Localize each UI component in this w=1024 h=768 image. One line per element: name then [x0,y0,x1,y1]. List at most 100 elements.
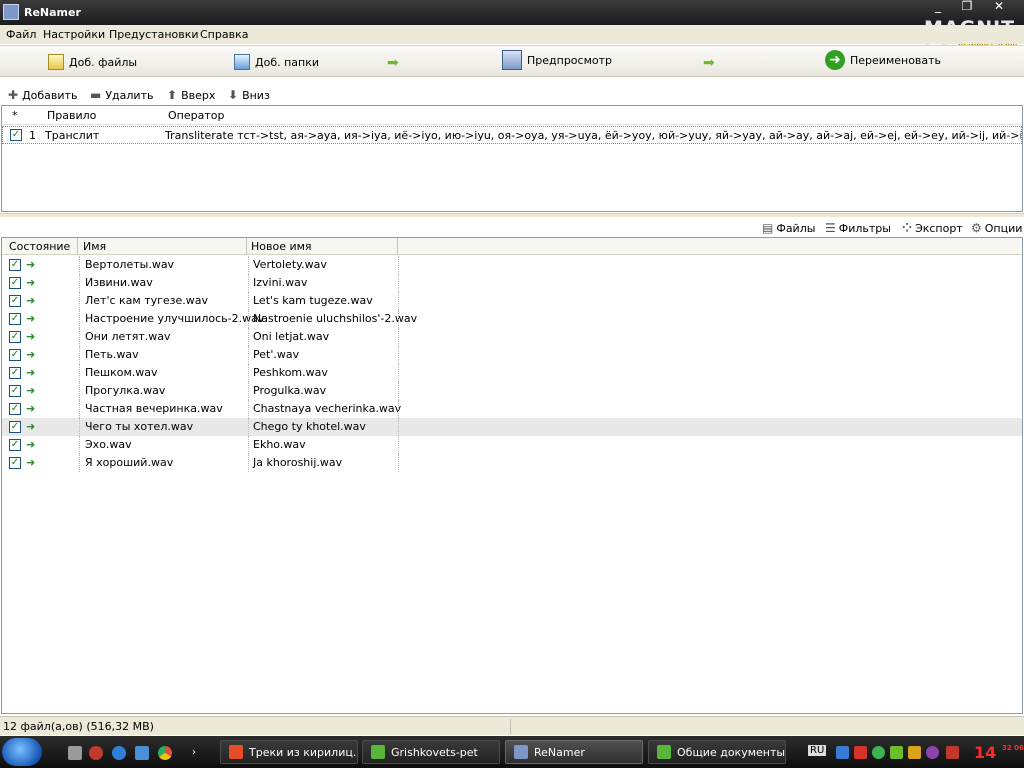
tray-app-icon[interactable] [890,746,903,759]
add-files-button[interactable]: Доб. файлы [48,51,137,73]
file-row[interactable]: ✓ ➜ Прогулка.wav Progulka.wav [2,382,1022,400]
file-checkbox[interactable]: ✓ [9,403,21,415]
files-col-state[interactable]: Состояние [9,240,70,255]
remove-rule-button[interactable]: ▬ Удалить [90,88,153,102]
file-row[interactable]: ✓ ➜ Пешком.wav Peshkom.wav [2,364,1022,382]
arrow-right-icon: ➡ [387,55,399,71]
file-checkbox[interactable]: ✓ [9,331,21,343]
move-down-button[interactable]: ⬇ Вниз [228,88,270,102]
file-row[interactable]: ✓ ➜ Эхо.wav Ekho.wav [2,436,1022,454]
rename-arrow-icon: ➜ [825,50,845,70]
rules-header: * Правило Оператор [2,106,1022,125]
rules-list[interactable]: * Правило Оператор ✓ 1 Транслит Translit… [1,105,1023,212]
files-col-name[interactable]: Имя [83,240,106,255]
status-bar: 12 файл(а,ов) (516,32 MB) [0,716,1024,735]
gear-icon: ⚙ [971,221,982,235]
file-new-name: Peshkom.wav [253,366,328,379]
status-arrow-icon: ➜ [26,312,36,325]
files-list[interactable]: Состояние Имя Новое имя ✓ ➜ Вертолеты.wav V… [1,237,1023,714]
task-icon [657,745,671,759]
menu-settings[interactable]: Настройки [43,28,105,41]
preview-button[interactable]: Предпросмотр [502,49,612,71]
file-row[interactable]: ✓ ➜ Извини.wav Izvini.wav [2,274,1022,292]
taskbar-button[interactable]: Треки из кирилиц... [220,740,358,764]
file-checkbox[interactable]: ✓ [9,385,21,397]
quicklaunch-ie-icon[interactable] [112,746,126,760]
file-new-name: Pet'.wav [253,348,300,361]
app-icon [3,4,19,20]
minimize-button[interactable]: _ [924,0,952,14]
quicklaunch-chrome-icon[interactable] [158,746,172,760]
chevron-right-icon[interactable]: › [192,746,200,760]
quicklaunch-desktop-icon[interactable] [68,746,82,760]
file-checkbox[interactable]: ✓ [9,367,21,379]
file-row[interactable]: ✓ ➜ Петь.wav Pet'.wav [2,346,1022,364]
add-folders-label: Доб. папки [255,55,320,69]
file-new-name: Ekho.wav [253,438,306,451]
taskbar-button[interactable]: Grishkovets-pet [362,740,500,764]
taskbar-button[interactable]: Общие документы [648,740,786,764]
options-label: Опции [984,221,1023,235]
title-bar: ReNamer MAGNIT-LA _ ❐ ✕ [0,0,1024,61]
rules-col-star[interactable]: * [12,109,18,122]
file-row[interactable]: ✓ ➜ Частная вечеринка.wav Chastnaya vecheri… [2,400,1022,418]
file-row[interactable]: ✓ ➜ Я хороший.wav Ja khoroshij.wav [2,454,1022,472]
file-checkbox[interactable]: ✓ [9,457,21,469]
volume-icon[interactable] [908,746,921,759]
status-arrow-icon: ➜ [26,330,36,343]
file-checkbox[interactable]: ✓ [9,313,21,325]
options-button[interactable]: ⚙ Опции [971,221,1022,235]
file-new-name: Chego ty khotel.wav [253,420,366,433]
file-name: Настроение улучшилось-2.wav [85,312,265,325]
taskbar-button[interactable]: ReNamer [505,740,643,764]
file-name: Петь.wav [85,348,139,361]
rule-row[interactable]: ✓ 1 Транслит Transliterate тст->tst, ая-… [2,126,1022,144]
file-row[interactable]: ✓ ➜ Настроение улучшилось-2.wav Nastroenie … [2,310,1022,328]
quicklaunch-opera-icon[interactable] [89,746,103,760]
menu-file[interactable]: Файл [6,28,36,41]
files-icon: ▤ [762,221,774,235]
move-up-label: Вверх [181,88,216,102]
file-checkbox[interactable]: ✓ [9,295,21,307]
rules-col-operator[interactable]: Оператор [168,109,224,122]
task-icon [371,745,385,759]
close-button[interactable]: ✕ [985,0,1013,14]
file-row[interactable]: ✓ ➜ Они летят.wav Oni letjat.wav [2,328,1022,346]
network-icon[interactable] [836,746,849,759]
restore-button[interactable]: ❐ [953,0,981,14]
task-label: Grishkovets-pet [391,745,478,759]
file-name: Они летят.wav [85,330,171,343]
files-menu-button[interactable]: ▤ Файлы [762,221,815,235]
file-row[interactable]: ✓ ➜ Лет'с кам тугезе.wav Let's kam tugeze.w… [2,292,1022,310]
clock[interactable]: 14 [974,743,996,762]
add-folders-button[interactable]: Доб. папки [234,51,319,73]
quicklaunch-window-icon[interactable] [135,746,149,760]
antivirus-icon[interactable] [854,746,867,759]
rules-col-rule[interactable]: Правило [47,109,96,122]
file-checkbox[interactable]: ✓ [9,277,21,289]
start-button[interactable] [2,738,42,766]
file-row[interactable]: ✓ ➜ Чего ты хотел.wav Chego ty khotel.wav [2,418,1022,436]
tray-circle-icon[interactable] [926,746,939,759]
files-col-new-name[interactable]: Новое имя [251,240,312,255]
file-checkbox[interactable]: ✓ [9,439,21,451]
menu-help[interactable]: Справка [200,28,248,41]
file-row[interactable]: ✓ ➜ Вертолеты.wav Vertolety.wav [2,256,1022,274]
language-indicator[interactable]: RU [808,745,827,756]
rename-button[interactable]: ➜ Переименовать [825,49,941,71]
clover-icon[interactable] [872,746,885,759]
filters-button[interactable]: ☰ Фильтры [825,221,891,235]
add-folder-icon [234,54,250,70]
file-checkbox[interactable]: ✓ [9,259,21,271]
rule-checkbox[interactable]: ✓ [10,129,22,141]
arrow-down-icon: ⬇ [228,88,239,102]
file-checkbox[interactable]: ✓ [9,349,21,361]
filter-icon: ☰ [825,221,836,235]
move-up-button[interactable]: ⬆ Вверх [167,88,215,102]
task-icon [229,745,243,759]
tray-arrow-icon[interactable] [946,746,959,759]
menu-presets[interactable]: Предустановки [109,28,199,41]
add-rule-button[interactable]: ✚ Добавить [8,88,77,102]
export-button[interactable]: ⁘ Экспорт [902,221,963,235]
file-checkbox[interactable]: ✓ [9,421,21,433]
